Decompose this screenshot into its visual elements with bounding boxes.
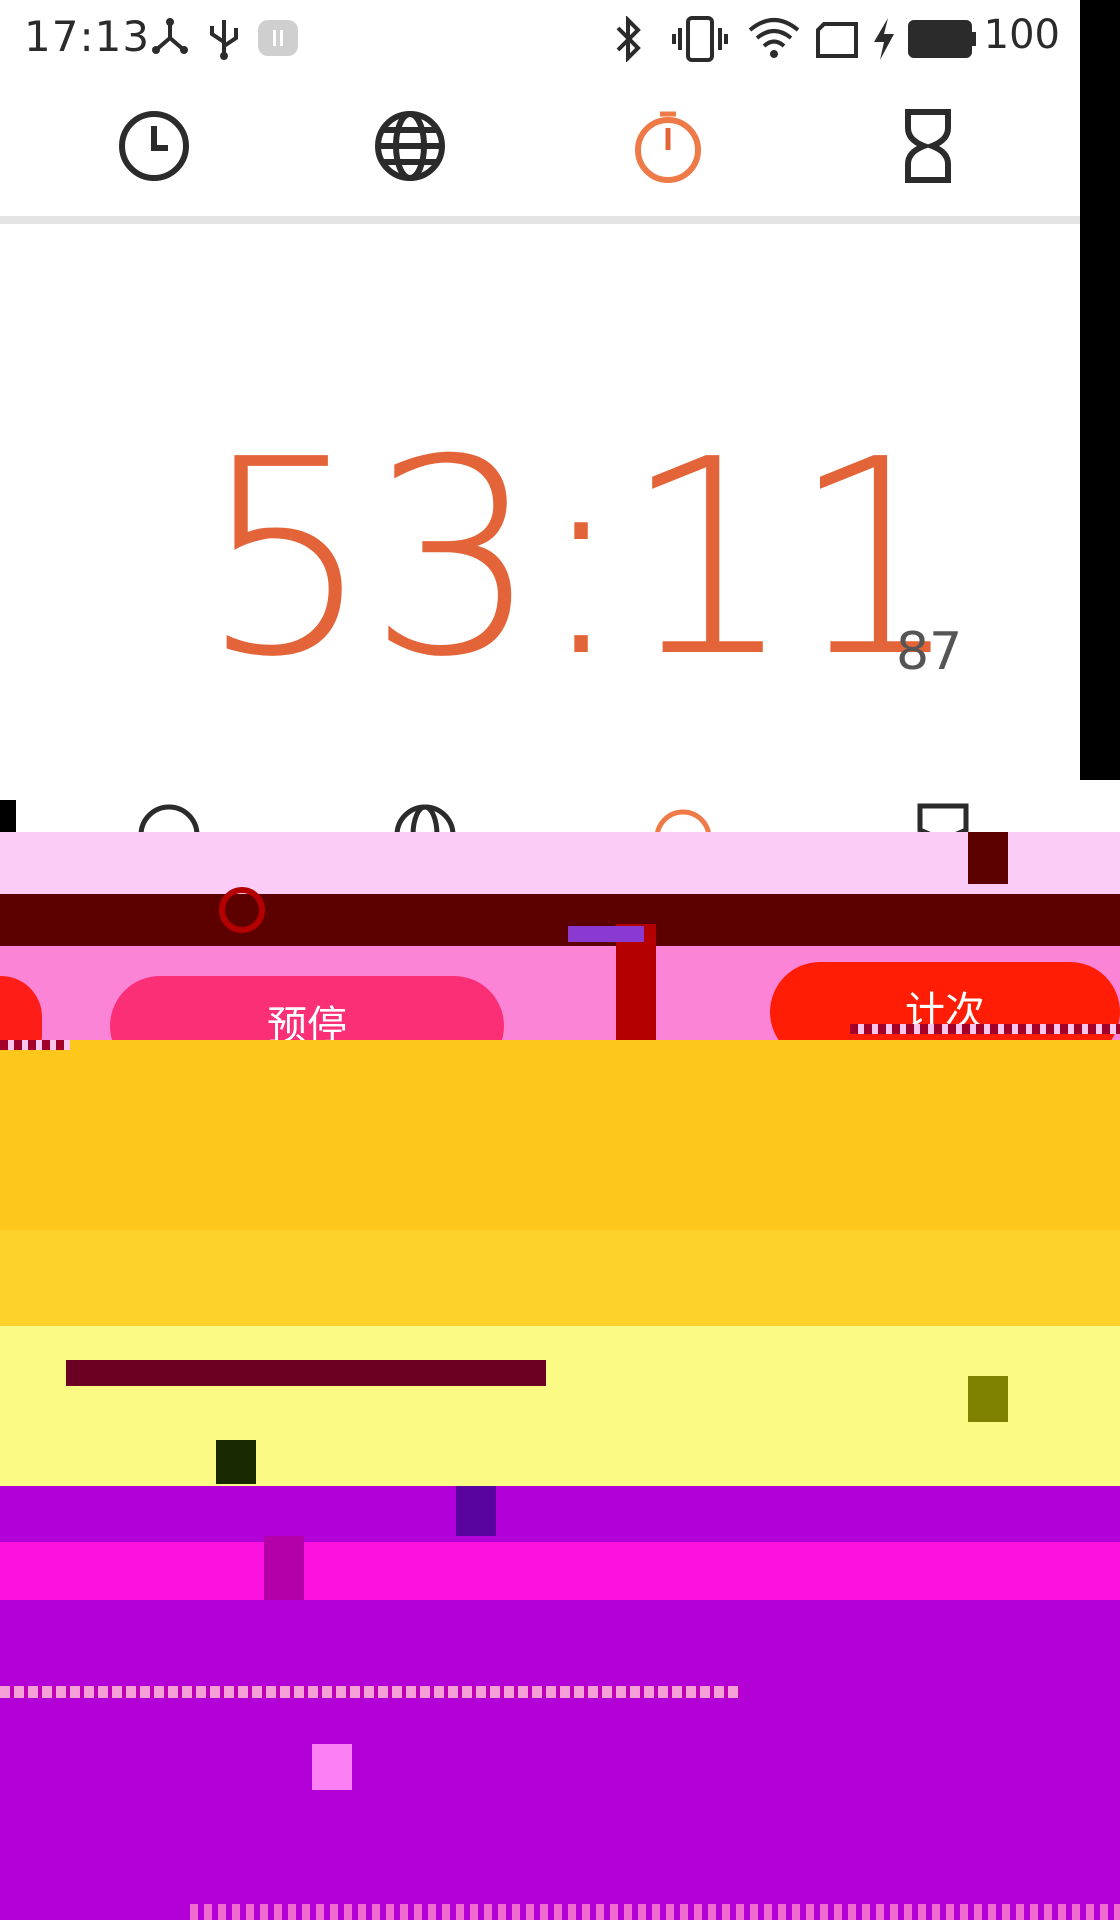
screen-icon [814, 16, 860, 66]
glitch-block [312, 1744, 352, 1790]
glitch-block [456, 1486, 496, 1536]
stopwatch-elapsed: 53:11 [200, 401, 962, 716]
stopwatch-icon [219, 887, 265, 933]
vibrate-icon [672, 16, 728, 66]
app-notification-icon [256, 18, 300, 62]
glitch-band [0, 1230, 1120, 1326]
clock-icon [119, 111, 189, 181]
stopwatch-display: 53:11 87 [0, 224, 1080, 784]
status-time: 17:13 [24, 12, 151, 61]
share-network-icon [148, 16, 192, 64]
glitch-band [0, 1040, 1120, 1230]
globe-icon [375, 111, 445, 181]
tab-timer[interactable] [888, 106, 968, 186]
stopwatch-icon [635, 111, 701, 183]
usb-icon [204, 16, 244, 64]
glitch-block [968, 1376, 1008, 1422]
glitch-band [0, 1040, 70, 1050]
glitch-block [264, 1536, 304, 1600]
wifi-icon [748, 16, 800, 66]
glitch-band [0, 1326, 1120, 1486]
nav-divider [0, 216, 1080, 224]
glitch-block [66, 1360, 546, 1386]
tab-world-clock[interactable] [370, 106, 450, 186]
glitch-band [0, 1486, 1120, 1542]
glitch-band [0, 1600, 1120, 1920]
clock-nav-bar [0, 76, 1080, 216]
battery-percent: 100 [983, 12, 1060, 58]
glitch-band [0, 832, 1120, 894]
screen-edge [1080, 0, 1120, 780]
glitch-block [216, 1440, 256, 1484]
hourglass-icon [905, 109, 951, 183]
glitch-block [968, 832, 1008, 884]
glitch-band [0, 1542, 1120, 1600]
glitch-band [0, 894, 1120, 946]
tab-alarm[interactable] [114, 106, 194, 186]
glitch-band [850, 1024, 1120, 1034]
tab-stopwatch[interactable] [628, 106, 708, 186]
glitch-block [568, 926, 644, 942]
bluetooth-icon [612, 15, 646, 66]
glitch-band [190, 1904, 1120, 1920]
status-bar: 17:13 100 [0, 0, 1080, 76]
charging-icon [870, 16, 898, 66]
stopwatch-fraction: 87 [896, 622, 963, 682]
battery-icon [908, 20, 978, 62]
glitch-band [0, 1686, 740, 1698]
